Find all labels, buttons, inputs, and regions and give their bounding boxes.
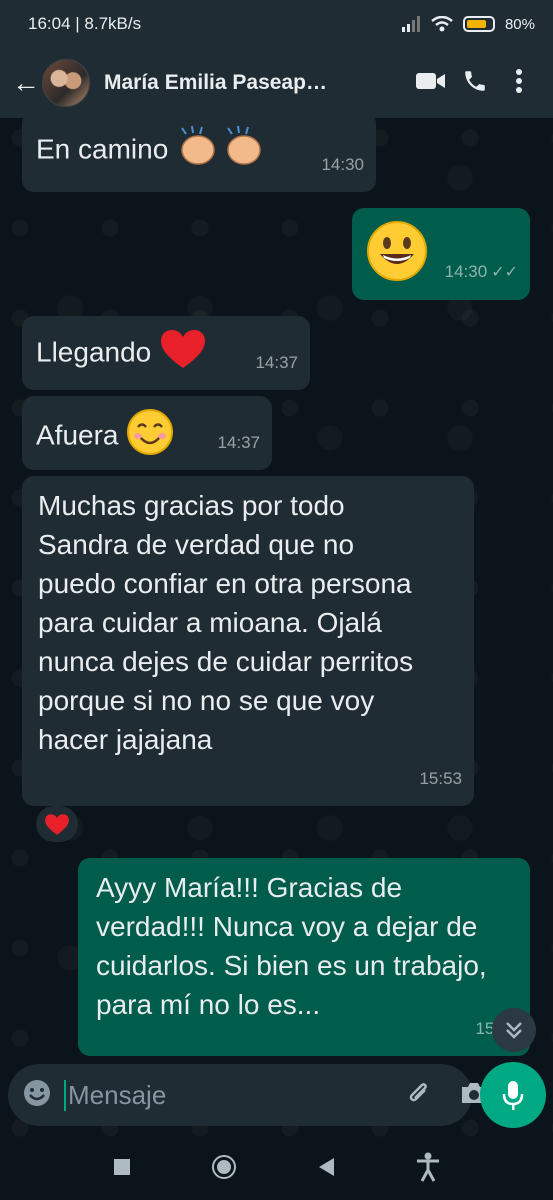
double-chevron-down-icon xyxy=(506,1022,522,1039)
signal-icon xyxy=(401,16,420,32)
message-time: 14:30 ✓✓ xyxy=(445,252,518,292)
chat-header: ← María Emilia Paseap… xyxy=(0,48,553,118)
mic-button[interactable] xyxy=(480,1062,546,1128)
emoji-icon[interactable] xyxy=(22,1078,52,1113)
status-icons: 80% xyxy=(401,16,535,33)
heart-reaction-icon[interactable] xyxy=(36,806,78,842)
message-incoming[interactable]: En camino 14:30 xyxy=(22,112,376,192)
clapping-hands-emoji-icon xyxy=(176,124,268,178)
message-time: 14:30 xyxy=(321,155,364,174)
contact-name[interactable]: María Emilia Paseap… xyxy=(104,71,409,95)
status-time: 16:04 | 8.7kB/s xyxy=(28,14,142,33)
message-text: Llegando xyxy=(36,336,152,368)
message-time: 14:37 xyxy=(255,353,298,372)
message-incoming[interactable]: Afuera 14:37 xyxy=(22,396,272,470)
system-nav-bar xyxy=(0,1138,553,1200)
back-arrow-icon[interactable]: ← xyxy=(12,67,42,99)
more-options-icon[interactable] xyxy=(497,68,541,99)
avatar[interactable] xyxy=(42,59,90,107)
message-outgoing[interactable]: 14:30 ✓✓ xyxy=(352,208,530,300)
grinning-face-emoji-icon xyxy=(366,220,428,292)
message-text: Ayyy María!!! Gracias de verdad!!! Nunca… xyxy=(96,872,487,1020)
message-incoming[interactable]: Llegando 14:37 xyxy=(22,316,310,390)
message-time: 14:37 xyxy=(217,433,260,452)
message-time: 15:53 xyxy=(419,769,462,788)
message-text: En camino xyxy=(36,133,169,165)
microphone-icon xyxy=(502,1081,524,1110)
battery-icon xyxy=(462,16,495,32)
message-time-text: 14:30 xyxy=(444,262,488,281)
video-call-icon[interactable] xyxy=(409,71,453,96)
battery-percent: 80% xyxy=(504,15,535,33)
accessibility-icon[interactable] xyxy=(415,1152,441,1187)
message-input[interactable] xyxy=(64,1079,403,1111)
red-heart-emoji-icon xyxy=(159,328,207,380)
smiling-face-emoji-icon xyxy=(126,408,174,466)
attach-icon[interactable] xyxy=(403,1078,433,1113)
phone-call-icon[interactable] xyxy=(453,68,497,99)
recents-icon[interactable] xyxy=(113,1158,131,1181)
message-text: Muchas gracias por todo Sandra de verdad… xyxy=(38,490,414,755)
wifi-icon xyxy=(431,16,453,32)
double-check-icon: ✓✓ xyxy=(491,264,518,281)
status-bar: 16:04 | 8.7kB/s 80% xyxy=(0,0,553,48)
back-icon[interactable] xyxy=(317,1157,335,1182)
message-composer xyxy=(8,1064,486,1126)
home-icon[interactable] xyxy=(211,1154,237,1185)
message-incoming[interactable]: Muchas gracias por todo Sandra de verdad… xyxy=(22,476,474,806)
scroll-down-button[interactable] xyxy=(492,1008,536,1052)
message-text: Afuera xyxy=(36,419,119,451)
message-outgoing[interactable]: Ayyy María!!! Gracias de verdad!!! Nunca… xyxy=(78,858,530,1056)
